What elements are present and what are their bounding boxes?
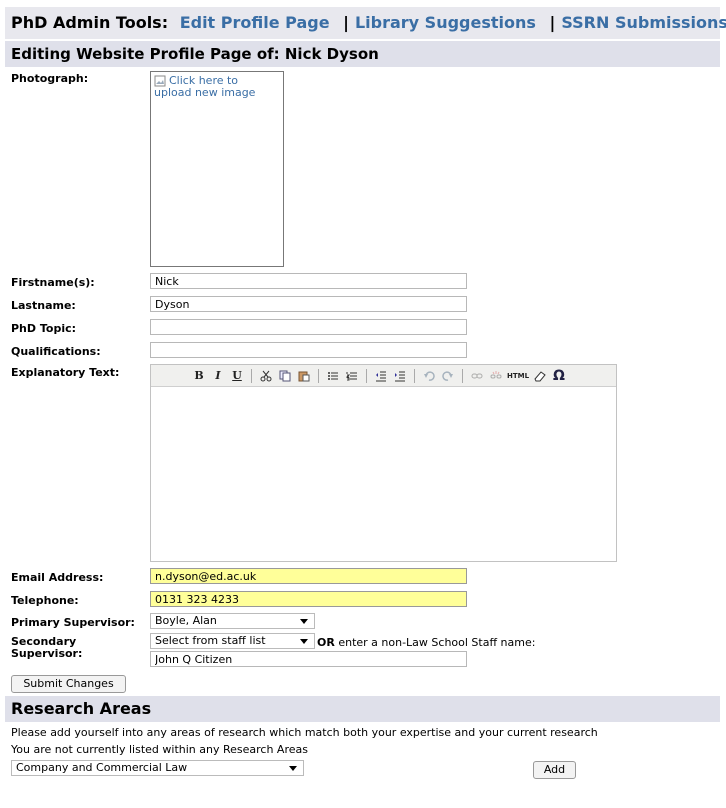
paste-icon[interactable] xyxy=(296,368,312,384)
research-instruction: Please add yourself into any areas of re… xyxy=(11,726,598,739)
telephone-input[interactable] xyxy=(150,591,467,607)
toolbar-divider xyxy=(462,368,463,383)
upload-image-link[interactable]: Click here to upload new image xyxy=(154,75,274,99)
qualifications-label: Qualifications: xyxy=(11,345,101,358)
editor-toolbar: B I U HTML Ω xyxy=(151,365,616,387)
upload-image-text: Click here to upload new image xyxy=(154,74,256,99)
email-label: Email Address: xyxy=(11,571,104,584)
outdent-icon[interactable] xyxy=(373,368,389,384)
link-icon[interactable] xyxy=(469,368,485,384)
admin-tools-prefix: PhD Admin Tools: xyxy=(11,13,169,32)
toolbar-divider xyxy=(318,368,319,383)
indent-icon[interactable] xyxy=(392,368,408,384)
unlink-icon[interactable] xyxy=(488,368,504,384)
submit-changes-button[interactable]: Submit Changes xyxy=(11,675,126,693)
chevron-down-icon xyxy=(289,766,297,771)
undo-icon[interactable] xyxy=(421,368,437,384)
chevron-down-icon xyxy=(300,639,308,644)
research-areas-heading: Research Areas xyxy=(5,696,720,722)
primary-supervisor-value: Boyle, Alan xyxy=(155,614,217,627)
nav-separator: | xyxy=(549,13,556,32)
eraser-icon[interactable] xyxy=(532,368,548,384)
add-research-area-button[interactable]: Add xyxy=(533,761,576,779)
phd-topic-label: PhD Topic: xyxy=(11,322,77,335)
admin-tools-nav: PhD Admin Tools: Edit Profile Page | Libr… xyxy=(5,7,726,39)
external-supervisor-input[interactable] xyxy=(150,651,467,667)
firstname-input[interactable] xyxy=(150,273,467,289)
cut-icon[interactable] xyxy=(258,368,274,384)
primary-supervisor-select[interactable]: Boyle, Alan xyxy=(150,613,315,629)
telephone-label: Telephone: xyxy=(11,594,79,607)
email-input[interactable] xyxy=(150,568,467,584)
or-text: enter a non-Law School Staff name: xyxy=(338,636,536,649)
photo-upload-box[interactable]: Click here to upload new image xyxy=(150,71,284,267)
lastname-label: Lastname: xyxy=(11,299,76,312)
toolbar-divider xyxy=(414,368,415,383)
research-area-select[interactable]: Company and Commercial Law xyxy=(11,760,304,776)
photograph-label: Photograph: xyxy=(11,72,89,85)
secondary-supervisor-label: Secondary Supervisor: xyxy=(11,635,83,660)
redo-icon[interactable] xyxy=(440,368,456,384)
html-source-button[interactable]: HTML xyxy=(507,368,529,384)
phd-topic-input[interactable] xyxy=(150,319,467,335)
underline-button[interactable]: U xyxy=(229,368,245,384)
special-character-button[interactable]: Ω xyxy=(551,368,567,384)
toolbar-divider xyxy=(251,368,252,383)
firstname-label: Firstname(s): xyxy=(11,276,95,289)
research-status: You are not currently listed within any … xyxy=(11,743,308,756)
italic-button[interactable]: I xyxy=(210,368,226,384)
secondary-supervisor-value: Select from staff list xyxy=(155,634,266,647)
bold-button[interactable]: B xyxy=(191,368,207,384)
library-suggestions-link[interactable]: Library Suggestions xyxy=(355,13,536,32)
explanatory-text-editor: B I U HTML Ω xyxy=(150,364,617,562)
or-instruction: OR enter a non-Law School Staff name: xyxy=(317,636,535,649)
toolbar-divider xyxy=(366,368,367,383)
numbered-list-icon[interactable] xyxy=(344,368,360,384)
primary-supervisor-label: Primary Supervisor: xyxy=(11,616,135,629)
research-area-value: Company and Commercial Law xyxy=(16,761,188,774)
lastname-input[interactable] xyxy=(150,296,467,312)
edit-profile-link[interactable]: Edit Profile Page xyxy=(180,13,330,32)
copy-icon[interactable] xyxy=(277,368,293,384)
or-bold: OR xyxy=(317,636,335,649)
secondary-supervisor-select[interactable]: Select from staff list xyxy=(150,633,315,649)
explanatory-text-label: Explanatory Text: xyxy=(11,366,120,379)
ssrn-submissions-link[interactable]: SSRN Submissions xyxy=(561,13,726,32)
nav-separator: | xyxy=(343,13,349,32)
chevron-down-icon xyxy=(300,619,308,624)
bullet-list-icon[interactable] xyxy=(325,368,341,384)
qualifications-input[interactable] xyxy=(150,342,467,358)
page-title: Editing Website Profile Page of: Nick Dy… xyxy=(5,41,720,67)
